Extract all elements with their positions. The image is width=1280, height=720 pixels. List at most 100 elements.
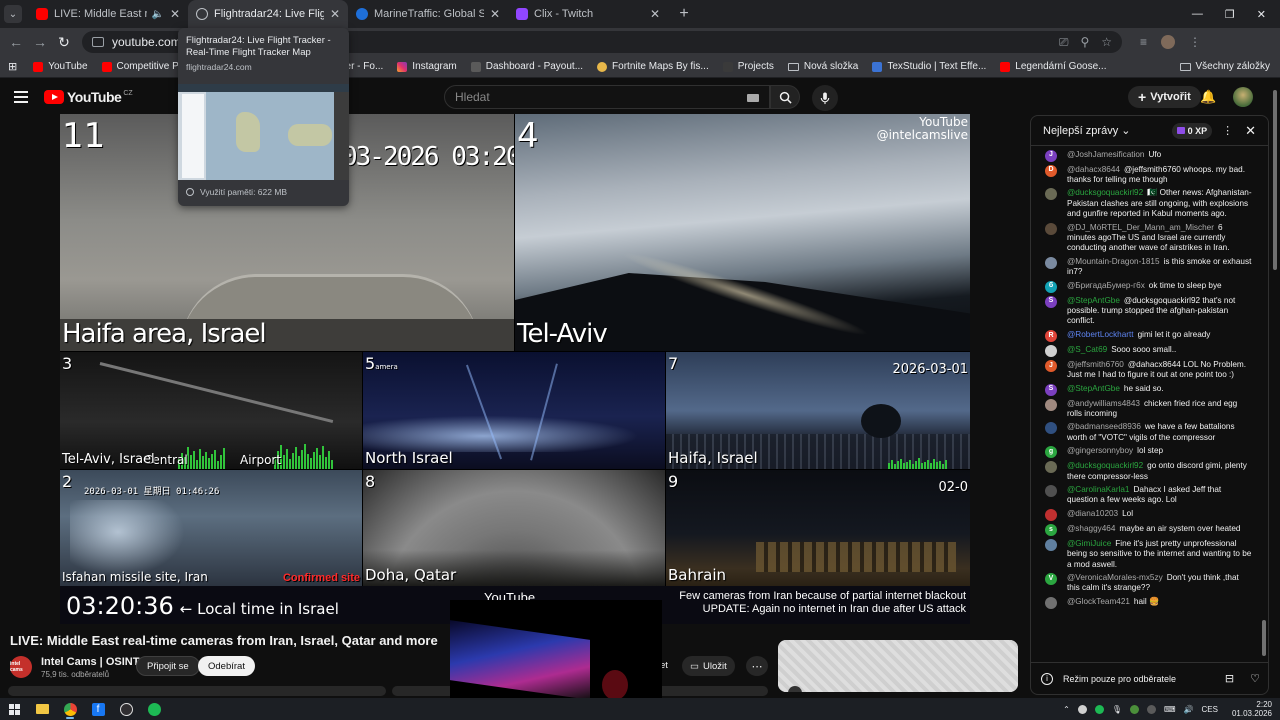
page-scrollbar[interactable] bbox=[1272, 80, 1278, 698]
chat-author-avatar[interactable]: б bbox=[1045, 280, 1057, 293]
chat-author-name[interactable]: @shaggy464 bbox=[1067, 524, 1115, 533]
back-arrow-icon[interactable]: ← bbox=[4, 34, 28, 50]
file-explorer-icon[interactable] bbox=[28, 698, 56, 720]
close-tab-icon[interactable]: ✕ bbox=[490, 7, 500, 21]
chat-author-avatar[interactable] bbox=[1045, 538, 1057, 551]
bookmark-fortnite[interactable]: Fortnite Maps By fis... bbox=[597, 61, 709, 72]
chat-author-name[interactable]: @GlockTeam421 bbox=[1067, 597, 1130, 606]
join-button[interactable]: Připojit se bbox=[136, 656, 200, 676]
chat-message[interactable]: @andywilliams4843 chicken fried rice and … bbox=[1031, 397, 1261, 421]
chat-message[interactable]: g @gingersonnyboy lol step bbox=[1031, 445, 1261, 460]
chat-message[interactable]: R @RobertLockhartt gimi let it go already bbox=[1031, 328, 1261, 343]
facebook-app-icon[interactable]: f bbox=[84, 698, 112, 720]
profile-avatar-icon[interactable] bbox=[1161, 35, 1176, 49]
heart-icon[interactable]: ♡ bbox=[1250, 672, 1260, 685]
chat-scrollbar[interactable] bbox=[1262, 150, 1266, 660]
chat-author-name[interactable]: @Mountain-Dragon-1815 bbox=[1067, 257, 1160, 266]
reload-icon[interactable]: ↻ bbox=[52, 34, 76, 51]
chat-author-name[interactable]: @DJ_MöRTEL_Der_Mann_am_Mischer bbox=[1067, 223, 1214, 232]
chat-message[interactable]: @DJ_MöRTEL_Der_Mann_am_Mischer 6 minutes … bbox=[1031, 221, 1261, 255]
chat-message[interactable]: @diana10203 Lol bbox=[1031, 507, 1261, 522]
zoom-icon[interactable]: ⚲ bbox=[1080, 35, 1089, 50]
info-icon[interactable]: i bbox=[1041, 672, 1053, 685]
bookmark-dashboard[interactable]: Dashboard - Payout... bbox=[470, 61, 583, 72]
chat-author-name[interactable]: @JoshJamesification bbox=[1067, 150, 1144, 159]
chat-author-name[interactable]: @dahacx8644 bbox=[1067, 165, 1120, 174]
chat-message[interactable]: S @StepAntGbe he said so. bbox=[1031, 382, 1261, 397]
chat-author-avatar[interactable] bbox=[1045, 422, 1057, 435]
bookmark-goose[interactable]: Legendární Goose... bbox=[1000, 61, 1106, 72]
more-actions-button[interactable]: ⋯ bbox=[746, 656, 768, 676]
bookmark-texstudio[interactable]: TexStudio | Text Effe... bbox=[872, 61, 986, 72]
chat-message[interactable]: @GlockTeam421 hail 🍔 bbox=[1031, 595, 1261, 610]
obs-icon[interactable] bbox=[112, 698, 140, 720]
currency-icon[interactable]: ⊟ bbox=[1225, 672, 1234, 685]
account-avatar[interactable] bbox=[1233, 87, 1253, 107]
chat-author-name[interactable]: @andywilliams4843 bbox=[1067, 399, 1140, 408]
chat-author-name[interactable]: @RobertLockhartt bbox=[1067, 330, 1134, 339]
chat-author-name[interactable]: @StepAntGbe bbox=[1067, 296, 1120, 305]
bookmark-youtube[interactable]: YouTube bbox=[33, 61, 88, 72]
chat-author-avatar[interactable]: R bbox=[1045, 329, 1057, 342]
chat-author-name[interactable]: @badmanseed8936 bbox=[1067, 422, 1141, 431]
speaker-icon[interactable]: 🔈 bbox=[151, 9, 163, 20]
voice-search-button[interactable] bbox=[812, 85, 838, 111]
new-tab-button[interactable]: + bbox=[674, 5, 694, 23]
chat-message[interactable]: @CarolinaKarla1 Dahacx I asked Jeff that … bbox=[1031, 484, 1261, 508]
chat-message[interactable]: J @JoshJamesification Ufo bbox=[1031, 148, 1261, 163]
chat-author-avatar[interactable]: g bbox=[1045, 446, 1057, 459]
tray-app-icon[interactable] bbox=[1077, 704, 1087, 714]
youtube-logo[interactable]: YouTube CZ bbox=[44, 89, 133, 105]
minimize-icon[interactable]: — bbox=[1192, 8, 1203, 21]
chat-author-avatar[interactable]: s bbox=[1045, 523, 1057, 536]
chrome-icon[interactable] bbox=[56, 698, 84, 720]
chat-author-avatar[interactable] bbox=[1045, 188, 1057, 201]
chat-author-avatar[interactable] bbox=[1045, 344, 1057, 357]
channel-name[interactable]: Intel Cams | OSINT bbox=[41, 656, 139, 668]
promo-card[interactable] bbox=[778, 640, 1018, 692]
chat-author-name[interactable]: @VeronicaMorales-mx5zy bbox=[1067, 573, 1163, 582]
chat-author-name[interactable]: @ducksgoquackirl92 bbox=[1067, 461, 1143, 470]
chat-author-name[interactable]: @StepAntGbe bbox=[1067, 384, 1120, 393]
chat-author-name[interactable]: @CarolinaKarla1 bbox=[1067, 485, 1129, 494]
description-preview[interactable] bbox=[8, 686, 386, 696]
channel-avatar[interactable]: intel cams bbox=[10, 656, 32, 678]
browser-menu-icon[interactable]: ⋮ bbox=[1189, 35, 1201, 49]
site-info-icon[interactable] bbox=[92, 37, 104, 47]
bookmark-folder[interactable]: Nová složka bbox=[787, 61, 858, 72]
tray-chevron-icon[interactable]: ⌃ bbox=[1063, 705, 1070, 714]
network-icon[interactable]: ⌨ bbox=[1164, 705, 1176, 714]
chat-message[interactable]: D @dahacx8644 @jeffsmith6760 whoops. my ba… bbox=[1031, 163, 1261, 187]
close-chat-icon[interactable]: ✕ bbox=[1245, 123, 1256, 139]
chat-author-avatar[interactable] bbox=[1045, 461, 1057, 474]
tray-mic-icon[interactable]: 🎙 bbox=[1112, 705, 1122, 714]
tray-spotify-icon[interactable] bbox=[1094, 704, 1104, 714]
tab-marinetraffic[interactable]: MarineTraffic: Global Ship Track ✕ bbox=[348, 0, 508, 28]
notifications-bell-icon[interactable]: 🔔 bbox=[1200, 89, 1216, 105]
chat-author-name[interactable]: @GimiJuice bbox=[1067, 539, 1111, 548]
chat-author-name[interactable]: @ducksgoquackirl92 bbox=[1067, 188, 1143, 197]
chat-message[interactable]: s @shaggy464 maybe an air system over heat… bbox=[1031, 522, 1261, 537]
tray-vpn-icon[interactable] bbox=[1146, 704, 1156, 714]
chat-author-avatar[interactable] bbox=[1045, 508, 1057, 521]
chat-author-avatar[interactable]: J bbox=[1045, 149, 1057, 162]
windows-start-icon[interactable] bbox=[0, 698, 28, 720]
chat-author-name[interactable]: @S_Cat69 bbox=[1067, 345, 1107, 354]
tab-search-button[interactable]: ⌄ bbox=[4, 5, 22, 23]
restore-icon[interactable]: ❐ bbox=[1225, 8, 1235, 21]
chat-message[interactable]: S @StepAntGbe @ducksgoquackirl92 that's no… bbox=[1031, 294, 1261, 328]
chat-author-avatar[interactable] bbox=[1045, 485, 1057, 498]
chat-author-name[interactable]: @gingersonnyboy bbox=[1067, 446, 1133, 455]
bookmark-star-icon[interactable]: ☆ bbox=[1101, 35, 1112, 50]
system-clock[interactable]: 2:20 01.03.2026 bbox=[1232, 700, 1272, 718]
tab-groups-icon[interactable]: ≡ bbox=[1140, 35, 1147, 49]
chat-message[interactable]: J @jeffsmith6760 @dahacx8644 LOL No Proble… bbox=[1031, 358, 1261, 382]
chat-message[interactable]: @S_Cat69 Sooo sooo small.. bbox=[1031, 343, 1261, 358]
volume-icon[interactable]: 🔊 bbox=[1184, 705, 1194, 714]
close-tab-icon[interactable]: ✕ bbox=[650, 7, 660, 21]
xp-badge[interactable]: 0 XP bbox=[1171, 122, 1213, 139]
chat-author-avatar[interactable] bbox=[1045, 222, 1057, 235]
search-input[interactable]: Hledat bbox=[444, 85, 770, 109]
spotify-icon[interactable] bbox=[140, 698, 168, 720]
apps-grid-icon[interactable]: ⊞ bbox=[8, 60, 17, 73]
